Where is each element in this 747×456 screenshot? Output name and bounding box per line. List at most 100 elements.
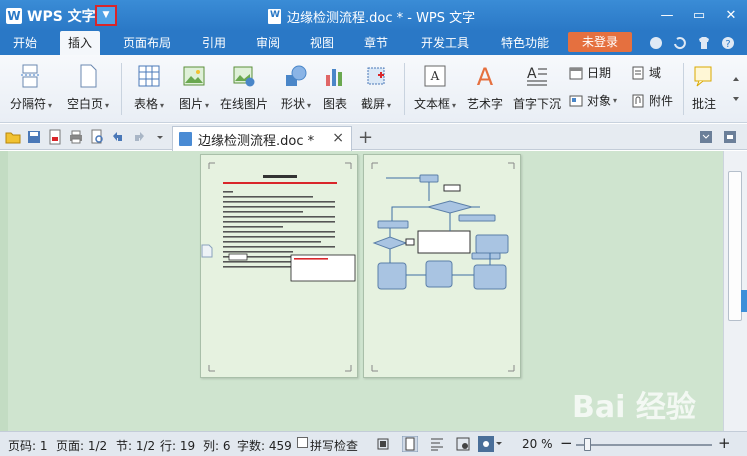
side-panel-toggle[interactable] — [741, 290, 747, 312]
undo-icon[interactable] — [110, 129, 126, 145]
open-folder-icon[interactable] — [5, 129, 21, 145]
tshirt-icon[interactable] — [696, 35, 712, 51]
status-pages[interactable]: 页面: 1/2 — [56, 437, 107, 454]
customize-toolbar-icon[interactable] — [152, 129, 168, 145]
fullscreen-icon[interactable] — [376, 437, 390, 451]
eye-protection-icon[interactable] — [478, 436, 502, 452]
shape-label: 形状 — [280, 97, 305, 111]
redo-icon[interactable] — [131, 129, 147, 145]
close-window-button[interactable]: ✕ — [715, 0, 747, 31]
new-tab-button[interactable]: + — [358, 127, 373, 148]
zoom-out-button[interactable]: − — [560, 434, 573, 452]
window-title-text: 边缘检测流程.doc * - WPS 文字 — [287, 11, 476, 26]
tab-developer[interactable]: 开发工具 — [414, 31, 476, 55]
status-section[interactable]: 节: 1/2 — [116, 437, 155, 454]
svg-text:A: A — [477, 63, 494, 89]
tab-references[interactable]: 引用 — [196, 31, 232, 55]
baidu-watermark: Bai 经验 — [572, 376, 722, 426]
status-page-number[interactable]: 页码: 1 — [8, 437, 48, 454]
online-picture-button[interactable]: 在线图片 — [218, 63, 270, 119]
picture-button[interactable]: 图片 ▾ — [174, 63, 214, 119]
online-picture-icon — [233, 66, 255, 87]
app-name: WPS 文字 — [27, 9, 96, 25]
help-icon[interactable]: ? — [720, 35, 736, 51]
date-button[interactable]: 日期 — [569, 63, 611, 83]
tab-menu-icon[interactable] — [722, 129, 738, 145]
dropcap-button[interactable]: A 首字下沉 — [511, 63, 563, 119]
close-tab-icon[interactable]: × — [332, 130, 344, 146]
dropcap-label: 首字下沉 — [512, 97, 561, 111]
print-icon[interactable] — [68, 129, 84, 145]
wordart-icon: A — [477, 63, 494, 89]
zoom-level[interactable]: 20 % — [522, 437, 553, 451]
document-icon — [268, 9, 281, 24]
spellcheck-label[interactable]: 拼写检查 — [310, 437, 358, 454]
table-label: 表格 — [133, 97, 158, 111]
print-preview-icon[interactable] — [89, 129, 105, 145]
window-title: 边缘检测流程.doc * - WPS 文字 — [268, 7, 475, 26]
minimize-button[interactable]: — — [651, 0, 683, 31]
tab-list-icon[interactable] — [698, 129, 714, 145]
calendar-icon — [569, 67, 583, 80]
svg-text:A: A — [430, 69, 440, 83]
save-icon[interactable] — [26, 129, 42, 145]
login-button[interactable]: 未登录 — [568, 32, 632, 52]
sync-icon[interactable] — [672, 35, 688, 51]
zoom-in-button[interactable]: + — [718, 434, 731, 452]
annotate-button[interactable]: 批注 — [688, 63, 720, 119]
tab-chapter[interactable]: 章节 — [358, 31, 394, 55]
object-icon — [569, 95, 583, 107]
date-label: 日期 — [587, 66, 612, 80]
tab-home[interactable]: 开始 — [6, 31, 44, 55]
blank-page-label: 空白页 — [66, 97, 103, 111]
tab-special-features[interactable]: 特色功能 — [494, 31, 556, 55]
title-bar: W WPS 文字 ▼ 边缘检测流程.doc * - WPS 文字 — ▭ ✕ — [0, 0, 747, 31]
wps-logo-icon: W — [6, 8, 22, 24]
tab-insert[interactable]: 插入 — [60, 31, 100, 55]
watermark-text: Bai 经验 — [572, 390, 696, 425]
ribbon-insert: 分隔符 ▾ 空白页 ▾ 表格 ▾ 图片 ▾ 在线图片 形状 ▾ 图表 截屏 ▾ A 文本框 ▾… — [0, 55, 747, 123]
app-menu-dropdown-button[interactable]: ▼ — [95, 5, 117, 26]
textbox-icon: A — [424, 65, 446, 87]
object-button[interactable]: 对象 ▾ — [569, 91, 617, 111]
tab-view[interactable]: 视图 — [304, 31, 340, 55]
screenshot-button[interactable]: 截屏 ▾ — [354, 63, 398, 119]
web-view-icon[interactable] — [456, 437, 470, 451]
page-marker-icon[interactable] — [201, 244, 213, 258]
shape-icon — [286, 65, 307, 86]
field-icon — [632, 66, 644, 80]
attachment-icon — [632, 94, 644, 108]
shape-button[interactable]: 形状 ▾ — [276, 63, 316, 119]
page-view-icon[interactable] — [402, 436, 418, 452]
document-page-1[interactable] — [200, 154, 358, 378]
app-logo[interactable]: W WPS 文字 — [6, 6, 96, 26]
skin-icon[interactable] — [648, 35, 664, 51]
scrollbar-thumb[interactable] — [728, 171, 742, 321]
ribbon-divider — [404, 63, 405, 115]
word-doc-icon — [179, 132, 192, 146]
field-button[interactable]: 域 — [631, 63, 661, 83]
blank-page-button[interactable]: 空白页 ▾ — [62, 63, 114, 119]
attachment-button[interactable]: 附件 — [631, 91, 673, 111]
wordart-button[interactable]: A 艺术字 — [466, 63, 504, 119]
object-label: 对象 — [587, 94, 612, 108]
table-button[interactable]: 表格 ▾ — [128, 63, 170, 119]
separator-button[interactable]: 分隔符 ▾ — [6, 63, 56, 119]
export-pdf-icon[interactable] — [47, 129, 63, 145]
chart-button[interactable]: 图表 — [320, 63, 350, 119]
tab-review[interactable]: 审阅 — [250, 31, 286, 55]
picture-label: 图片 — [178, 97, 203, 111]
tab-document[interactable]: 边缘检测流程.doc * × — [172, 126, 352, 151]
outline-view-icon[interactable] — [430, 437, 444, 451]
spellcheck-checkbox[interactable] — [297, 437, 308, 448]
tab-page-layout[interactable]: 页面布局 — [116, 31, 178, 55]
zoom-slider-handle[interactable] — [584, 438, 591, 451]
restore-button[interactable]: ▭ — [683, 0, 715, 31]
textbox-button[interactable]: A 文本框 ▾ — [410, 63, 460, 119]
document-page-2[interactable] — [363, 154, 521, 378]
comment-icon — [694, 66, 712, 87]
chart-icon — [326, 69, 342, 86]
ribbon-scroll-arrows[interactable] — [730, 61, 742, 117]
status-word-count[interactable]: 字数: 459 — [237, 437, 292, 454]
zoom-slider-track[interactable] — [576, 444, 712, 446]
